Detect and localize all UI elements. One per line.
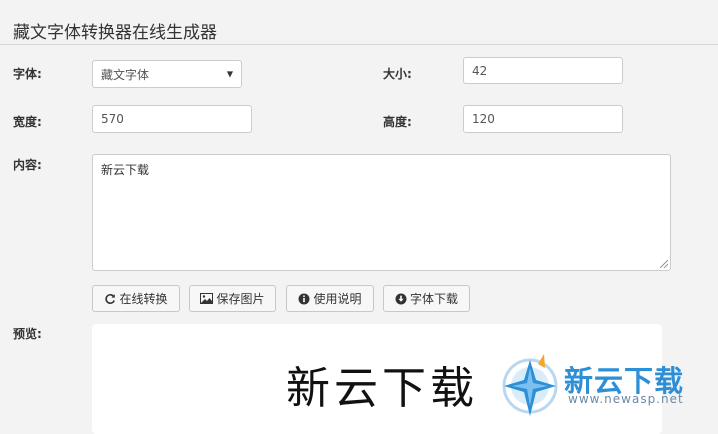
info-icon xyxy=(298,293,310,304)
page-title: 藏文字体转换器在线生成器 xyxy=(13,23,217,43)
download-icon xyxy=(395,293,407,304)
convert-button-label: 在线转换 xyxy=(119,292,168,306)
chevron-down-icon: ▼ xyxy=(226,69,233,79)
size-input[interactable]: 42 xyxy=(463,57,623,84)
font-download-button[interactable]: 字体下载 xyxy=(383,285,470,312)
save-image-button[interactable]: 保存图片 xyxy=(189,285,276,312)
content-textarea[interactable]: 新云下载 xyxy=(92,154,671,271)
height-label: 高度: xyxy=(383,115,412,129)
watermark: 新云下载 www.newasp.net xyxy=(498,350,718,428)
font-download-button-label: 字体下载 xyxy=(409,292,458,306)
title-divider xyxy=(0,44,718,45)
content-text: 新云下载 xyxy=(101,163,150,177)
content-label: 内容: xyxy=(13,158,42,172)
help-button-label: 使用说明 xyxy=(313,292,362,306)
size-label: 大小: xyxy=(383,67,412,81)
resize-grip[interactable] xyxy=(660,260,668,268)
height-input[interactable]: 120 xyxy=(463,105,623,133)
width-input[interactable]: 570 xyxy=(92,105,252,133)
refresh-icon xyxy=(105,293,116,304)
font-select-value: 藏文字体 xyxy=(101,67,150,82)
watermark-url: www.newasp.net xyxy=(568,392,684,406)
font-label: 字体: xyxy=(13,67,42,81)
save-image-button-label: 保存图片 xyxy=(216,292,265,306)
newasp-logo-icon xyxy=(502,354,558,416)
help-button[interactable]: 使用说明 xyxy=(286,285,374,312)
convert-button[interactable]: 在线转换 xyxy=(92,285,180,312)
preview-rendered-text: 新云下载 xyxy=(286,363,478,414)
preview-label: 预览: xyxy=(13,327,42,341)
width-label: 宽度: xyxy=(13,115,42,129)
image-icon xyxy=(200,293,214,304)
font-select[interactable]: 藏文字体 ▼ xyxy=(92,60,242,88)
